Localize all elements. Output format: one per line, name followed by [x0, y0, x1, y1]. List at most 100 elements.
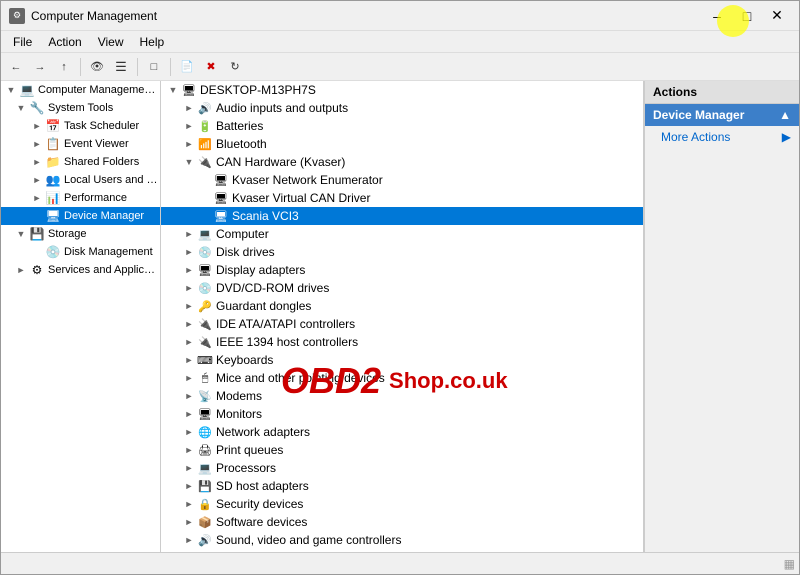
expand-ieee[interactable]: ►: [181, 337, 197, 347]
expand-mice[interactable]: ►: [181, 373, 197, 383]
expand-storage[interactable]: ▼: [13, 229, 29, 239]
device-software[interactable]: ► 📦 Software devices: [161, 513, 643, 531]
expand-network[interactable]: ►: [181, 427, 197, 437]
toolbar-refresh[interactable]: ↻: [224, 56, 246, 78]
tree-device-manager[interactable]: 🖥 Device Manager: [1, 207, 160, 225]
toolbar-help[interactable]: ✖: [200, 56, 222, 78]
expand-sound[interactable]: ►: [181, 535, 197, 545]
icon-device-manager: 🖥: [45, 208, 61, 224]
tree-services-apps[interactable]: ► ⚙ Services and Applications: [1, 261, 160, 279]
label-disk-management: Disk Management: [64, 246, 153, 258]
toolbar-new-window[interactable]: □: [143, 56, 165, 78]
device-network-adapters[interactable]: ► 🌐 Network adapters: [161, 423, 643, 441]
device-mice[interactable]: ► 🖱 Mice and other pointing devices: [161, 369, 643, 387]
expand-ide[interactable]: ►: [181, 319, 197, 329]
device-keyboards[interactable]: ► ⌨ Keyboards: [161, 351, 643, 369]
expand-display-adapters[interactable]: ►: [181, 265, 197, 275]
device-display-adapters[interactable]: ► 🖥 Display adapters: [161, 261, 643, 279]
expand-software[interactable]: ►: [181, 517, 197, 527]
expand-print[interactable]: ►: [181, 445, 197, 455]
icon-computer-mgmt: 💻: [19, 82, 35, 98]
tree-shared-folders[interactable]: ► 📁 Shared Folders: [1, 153, 160, 171]
expand-computer-mgmt[interactable]: ▼: [3, 85, 19, 95]
tree-disk-management[interactable]: 💿 Disk Management: [1, 243, 160, 261]
expand-event-viewer[interactable]: ►: [29, 139, 45, 149]
close-button[interactable]: ✕: [763, 5, 791, 27]
tree-event-viewer[interactable]: ► 📋 Event Viewer: [1, 135, 160, 153]
expand-local-users[interactable]: ►: [29, 175, 45, 185]
toolbar-export[interactable]: 📄: [176, 56, 198, 78]
device-modems[interactable]: ► 📡 Modems: [161, 387, 643, 405]
more-actions-item[interactable]: More Actions ▶: [645, 126, 799, 148]
expand-guardant[interactable]: ►: [181, 301, 197, 311]
device-sd-host[interactable]: ► 💾 SD host adapters: [161, 477, 643, 495]
expand-monitors[interactable]: ►: [181, 409, 197, 419]
expand-shared-folders[interactable]: ►: [29, 157, 45, 167]
device-ieee1394[interactable]: ► 🔌 IEEE 1394 host controllers: [161, 333, 643, 351]
actions-section-device-manager[interactable]: Device Manager ▲: [645, 104, 799, 126]
device-storage-controllers[interactable]: ► 💾 Storage controllers: [161, 549, 643, 552]
main-window: ⚙ Computer Management – □ ✕ File Action …: [0, 0, 800, 575]
tree-computer-mgmt[interactable]: ▼ 💻 Computer Management (Loca: [1, 81, 160, 99]
device-security[interactable]: ► 🔒 Security devices: [161, 495, 643, 513]
icon-scania: 🖥: [213, 208, 229, 224]
device-bluetooth[interactable]: ► 📶 Bluetooth: [161, 135, 643, 153]
device-sound-video[interactable]: ► 🔊 Sound, video and game controllers: [161, 531, 643, 549]
more-actions-arrow: ▶: [782, 130, 791, 144]
expand-root[interactable]: ▼: [165, 85, 181, 95]
expand-sd[interactable]: ►: [181, 481, 197, 491]
expand-dvd[interactable]: ►: [181, 283, 197, 293]
device-dvd-drives[interactable]: ► 💿 DVD/CD-ROM drives: [161, 279, 643, 297]
menu-file[interactable]: File: [5, 33, 40, 51]
expand-batteries[interactable]: ►: [181, 121, 197, 131]
expand-disk-management[interactable]: [29, 247, 45, 257]
device-processors[interactable]: ► 💻 Processors: [161, 459, 643, 477]
expand-bluetooth[interactable]: ►: [181, 139, 197, 149]
expand-device-manager[interactable]: [29, 211, 45, 221]
expand-services-apps[interactable]: ►: [13, 265, 29, 275]
device-scania-vci3[interactable]: 🖥 Scania VCI3: [161, 207, 643, 225]
expand-disk-drives[interactable]: ►: [181, 247, 197, 257]
toolbar-forward[interactable]: →: [29, 56, 51, 78]
expand-scania[interactable]: [197, 211, 213, 221]
expand-kvaser-virtual[interactable]: [197, 193, 213, 203]
expand-security[interactable]: ►: [181, 499, 197, 509]
toolbar-properties[interactable]: ☰: [110, 56, 132, 78]
tree-task-scheduler[interactable]: ► 📅 Task Scheduler: [1, 117, 160, 135]
expand-processors[interactable]: ►: [181, 463, 197, 473]
device-monitors[interactable]: ► 🖥 Monitors: [161, 405, 643, 423]
expand-modems[interactable]: ►: [181, 391, 197, 401]
device-batteries[interactable]: ► 🔋 Batteries: [161, 117, 643, 135]
device-root[interactable]: ▼ 🖥 DESKTOP-M13PH7S: [161, 81, 643, 99]
toolbar-back[interactable]: ←: [5, 56, 27, 78]
expand-computer[interactable]: ►: [181, 229, 197, 239]
toolbar-up[interactable]: ↑: [53, 56, 75, 78]
expand-keyboards[interactable]: ►: [181, 355, 197, 365]
tree-system-tools[interactable]: ▼ 🔧 System Tools: [1, 99, 160, 117]
expand-system-tools[interactable]: ▼: [13, 103, 29, 113]
device-kvaser-virtual[interactable]: 🖥 Kvaser Virtual CAN Driver: [161, 189, 643, 207]
menu-view[interactable]: View: [90, 33, 132, 51]
device-ide-atapi[interactable]: ► 🔌 IDE ATA/ATAPI controllers: [161, 315, 643, 333]
menu-help[interactable]: Help: [132, 33, 173, 51]
tree-local-users[interactable]: ► 👥 Local Users and Groups: [1, 171, 160, 189]
icon-shared-folders: 📁: [45, 154, 61, 170]
device-disk-drives[interactable]: ► 💿 Disk drives: [161, 243, 643, 261]
expand-performance[interactable]: ►: [29, 193, 45, 203]
label-display-adapters: Display adapters: [216, 263, 305, 277]
label-keyboards: Keyboards: [216, 353, 273, 367]
device-can-hardware[interactable]: ▼ 🔌 CAN Hardware (Kvaser): [161, 153, 643, 171]
expand-task-scheduler[interactable]: ►: [29, 121, 45, 131]
tree-performance[interactable]: ► 📊 Performance: [1, 189, 160, 207]
expand-kvaser-network[interactable]: [197, 175, 213, 185]
expand-audio[interactable]: ►: [181, 103, 197, 113]
device-guardant[interactable]: ► 🔑 Guardant dongles: [161, 297, 643, 315]
toolbar-show-hide[interactable]: 👁: [86, 56, 108, 78]
device-kvaser-network[interactable]: 🖥 Kvaser Network Enumerator: [161, 171, 643, 189]
menu-action[interactable]: Action: [40, 33, 89, 51]
expand-can-hardware[interactable]: ▼: [181, 157, 197, 167]
device-audio[interactable]: ► 🔊 Audio inputs and outputs: [161, 99, 643, 117]
device-print-queues[interactable]: ► 🖨 Print queues: [161, 441, 643, 459]
device-computer[interactable]: ► 💻 Computer: [161, 225, 643, 243]
tree-storage[interactable]: ▼ 💾 Storage: [1, 225, 160, 243]
